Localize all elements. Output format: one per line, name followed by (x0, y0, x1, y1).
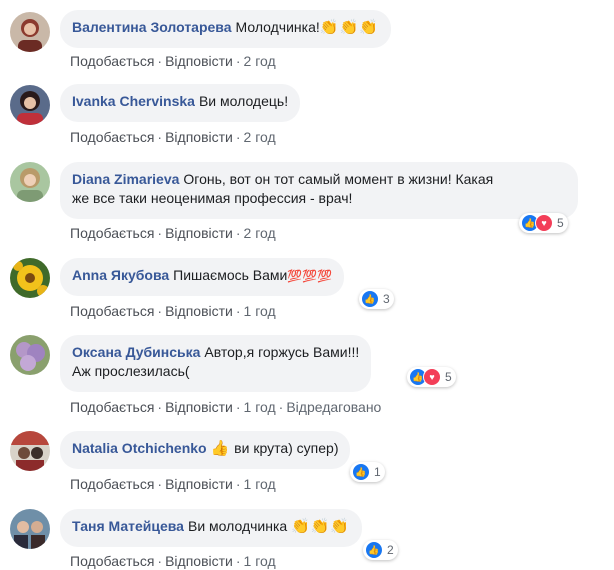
reaction-count: 5 (445, 370, 452, 384)
timestamp[interactable]: 1 год (244, 303, 276, 319)
separator-dot: · (235, 225, 241, 241)
like-link[interactable]: Подобається (70, 225, 154, 241)
love-reaction-icon: ♥ (423, 368, 441, 386)
comment-text: Пишаємось Вами (173, 267, 288, 283)
comment-author[interactable]: Оксана Дубинська (72, 344, 200, 360)
comment-actions: Подобається · Відповісти · 2 год (70, 53, 276, 69)
reactions-badge[interactable]: 👍 1 (350, 462, 385, 482)
like-link[interactable]: Подобається (70, 129, 154, 145)
separator-dot: · (235, 129, 241, 145)
reply-link[interactable]: Відповісти (165, 53, 233, 69)
reply-link[interactable]: Відповісти (165, 225, 233, 241)
comment-actions: Подобається · Відповісти · 1 год (70, 303, 276, 319)
avatar[interactable] (10, 509, 50, 549)
separator-dot: · (157, 476, 163, 492)
timestamp[interactable]: 1 год (244, 553, 276, 569)
separator-dot: · (278, 399, 284, 415)
comment-bubble: Anna Якубова Пишаємось Вами💯💯💯 (60, 258, 345, 296)
avatar[interactable] (10, 85, 50, 125)
avatar[interactable] (10, 12, 50, 52)
like-reaction-icon: 👍 (352, 463, 370, 481)
reply-link[interactable]: Відповісти (165, 399, 233, 415)
separator-dot: · (235, 303, 241, 319)
reply-link[interactable]: Відповісти (165, 303, 233, 319)
comment-bubble: Таня Матейцева Ви молодчинка 👏👏👏 (60, 509, 363, 547)
reply-link[interactable]: Відповісти (165, 476, 233, 492)
comment-text: Молодчинка! (235, 19, 320, 35)
comment-text: Ви молодець! (198, 93, 289, 109)
reaction-count: 1 (374, 465, 381, 479)
reply-link[interactable]: Відповісти (165, 553, 233, 569)
like-reaction-icon: 👍 (361, 290, 379, 308)
comment-bubble: Ivanka Chervinska Ви молодець! (60, 84, 301, 122)
comment-actions: Подобається · Відповісти · 1 год · Відредагова… (70, 399, 381, 415)
separator-dot: · (157, 129, 163, 145)
reply-link[interactable]: Відповісти (165, 129, 233, 145)
separator-dot: · (157, 53, 163, 69)
reactions-badge[interactable]: 👍 ♥ 5 (519, 213, 568, 233)
comment-bubble: Diana Zimarieva Огонь, вот он тот самый м… (60, 162, 578, 219)
comment-text-line: Аж прослезилась( (72, 363, 190, 379)
thumbs-up-emoji: 👍 (210, 439, 231, 457)
comment-actions: Подобається · Відповісти · 2 год (70, 225, 276, 241)
separator-dot: · (157, 303, 163, 319)
reactions-badge[interactable]: 👍 ♥ 5 (407, 367, 456, 387)
clapping-hands-emoji: 👏👏👏 (291, 517, 351, 535)
comment-actions: Подобається · Відповісти · 1 год (70, 476, 276, 492)
comment-actions: Подобається · Відповісти · 2 год (70, 129, 276, 145)
separator-dot: · (157, 399, 163, 415)
reaction-count: 3 (383, 292, 390, 306)
separator-dot: · (235, 476, 241, 492)
love-reaction-icon: ♥ (535, 214, 553, 232)
timestamp[interactable]: 2 год (244, 225, 276, 241)
like-link[interactable]: Подобається (70, 399, 154, 415)
comment-bubble: Валентина Золотарева Молодчинка!👏👏👏 (60, 10, 391, 48)
avatar[interactable] (10, 162, 50, 202)
timestamp[interactable]: 1 год (244, 476, 276, 492)
separator-dot: · (157, 225, 163, 241)
avatar[interactable] (10, 258, 50, 298)
comment-bubble: Natalia Otchichenko 👍 ви крута) супер) (60, 431, 351, 469)
clapping-hands-emoji: 👏👏👏 (319, 18, 379, 36)
avatar[interactable] (10, 431, 50, 471)
separator-dot: · (157, 553, 163, 569)
comment-author[interactable]: Diana Zimarieva (72, 171, 179, 187)
reactions-badge[interactable]: 👍 2 (363, 540, 398, 560)
reaction-count: 2 (387, 543, 394, 557)
separator-dot: · (235, 399, 241, 415)
like-link[interactable]: Подобається (70, 53, 154, 69)
reaction-count: 5 (557, 216, 564, 230)
like-reaction-icon: 👍 (365, 541, 383, 559)
comment-author[interactable]: Валентина Золотарева (72, 19, 232, 35)
comment-text: ви крута) супер) (234, 440, 339, 456)
hundred-points-emoji: 💯💯💯 (287, 269, 333, 283)
separator-dot: · (235, 53, 241, 69)
reactions-badge[interactable]: 👍 3 (359, 289, 394, 309)
comment-author[interactable]: Anna Якубова (72, 267, 169, 283)
timestamp[interactable]: 2 год (244, 53, 276, 69)
timestamp[interactable]: 1 год (244, 399, 276, 415)
comment-bubble: Оксана Дубинська Автор,я горжусь Вами!!! … (60, 335, 372, 392)
comment-text-line: Огонь, вот он тот самый момент в жизни! … (183, 171, 494, 187)
like-link[interactable]: Подобається (70, 303, 154, 319)
comment-text-line: Автор,я горжусь Вами!!! (204, 344, 360, 360)
like-link[interactable]: Подобається (70, 476, 154, 492)
comment-text-line: же все таки неоценимая профессия - врач! (72, 190, 353, 206)
like-link[interactable]: Подобається (70, 553, 154, 569)
comment-actions: Подобається · Відповісти · 1 год (70, 553, 276, 569)
timestamp[interactable]: 2 год (244, 129, 276, 145)
separator-dot: · (235, 553, 241, 569)
edited-label[interactable]: Відредаговано (286, 399, 381, 415)
comment-author[interactable]: Ivanka Chervinska (72, 93, 195, 109)
comment-author[interactable]: Таня Матейцева (72, 518, 184, 534)
comment-text: Ви молодчинка (187, 518, 288, 534)
comment-author[interactable]: Natalia Otchichenko (72, 440, 207, 456)
avatar[interactable] (10, 335, 50, 375)
